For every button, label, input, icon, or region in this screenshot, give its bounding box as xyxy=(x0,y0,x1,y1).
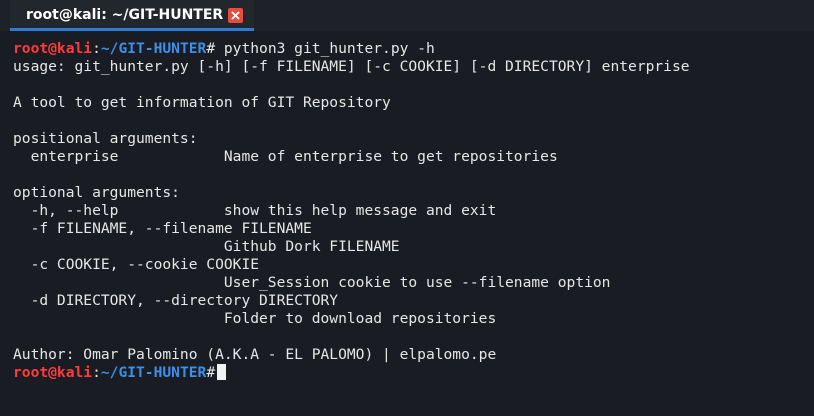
output-line: enterprise Name of enterprise to get rep… xyxy=(13,148,558,165)
output-line: usage: git_hunter.py [-h] [-f FILENAME] … xyxy=(13,58,690,75)
prompt-line: root@kali:~/GIT-HUNTER# xyxy=(13,364,227,382)
output-line: positional arguments: xyxy=(13,130,198,147)
output-line: -h, --help show this help message and ex… xyxy=(13,202,497,219)
text-cursor xyxy=(217,364,227,380)
terminal-output[interactable]: root@kali:~/GIT-HUNTER# python3 git_hunt… xyxy=(0,31,814,416)
prompt-line: root@kali:~/GIT-HUNTER# python3 git_hunt… xyxy=(13,40,435,58)
tab-bar: root@kali: ~/GIT-HUNTER xyxy=(0,0,814,31)
output-line: User_Session cookie to use --filename op… xyxy=(13,274,611,291)
output-line: -f FILENAME, --filename FILENAME xyxy=(13,220,312,237)
prompt-symbol: # xyxy=(206,364,216,381)
output-line: Github Dork FILENAME xyxy=(13,238,400,255)
prompt-user: root@kali xyxy=(13,364,93,381)
close-tab-button[interactable] xyxy=(228,8,243,23)
output-line: A tool to get information of GIT Reposit… xyxy=(13,94,391,111)
output-line: Folder to download repositories xyxy=(13,310,497,327)
output-line: optional arguments: xyxy=(13,184,180,201)
output-line: -c COOKIE, --cookie COOKIE xyxy=(13,256,260,273)
command-text: python3 git_hunter.py -h xyxy=(215,40,435,57)
close-icon xyxy=(231,11,240,20)
prompt-path: ~/GIT-HUNTER xyxy=(100,364,207,381)
prompt-path: ~/GIT-HUNTER xyxy=(100,40,207,57)
tab-title: root@kali: ~/GIT-HUNTER xyxy=(26,7,224,23)
prompt-separator: : xyxy=(92,40,101,57)
output-line: Author: Omar Palomino (A.K.A - EL PALOMO… xyxy=(13,346,497,363)
prompt-separator: : xyxy=(92,364,101,381)
terminal-tab[interactable]: root@kali: ~/GIT-HUNTER xyxy=(10,0,254,31)
prompt-user: root@kali xyxy=(13,40,93,57)
prompt-symbol: # xyxy=(206,40,216,57)
output-line: -d DIRECTORY, --directory DIRECTORY xyxy=(13,292,339,309)
